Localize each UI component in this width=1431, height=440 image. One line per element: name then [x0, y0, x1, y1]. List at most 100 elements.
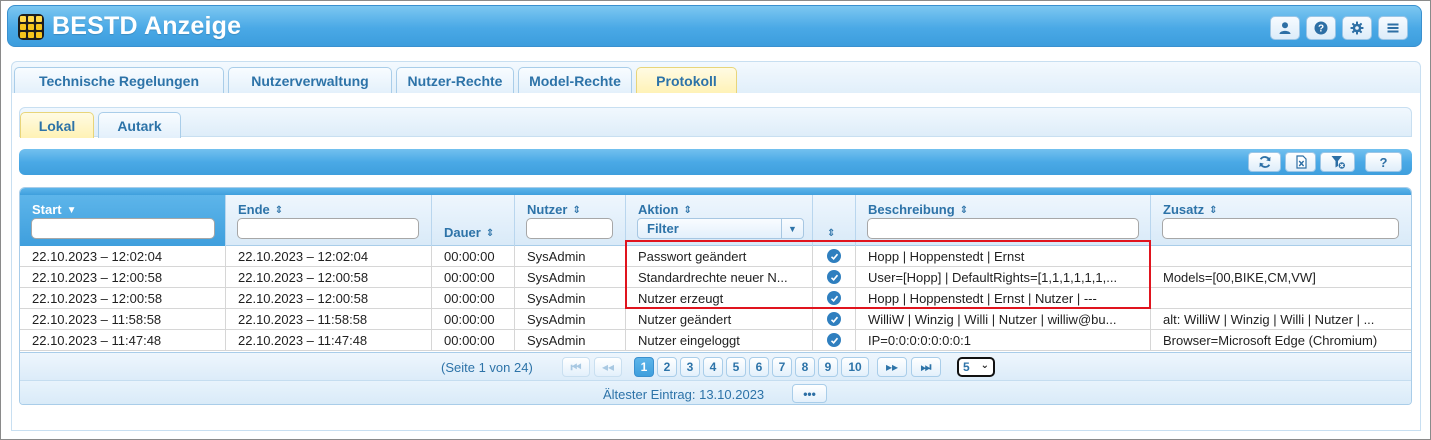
column-header-status[interactable]: ⇕	[813, 195, 856, 246]
app-logo-icon	[18, 14, 44, 40]
page-button-10[interactable]: 10	[841, 357, 869, 377]
table-row[interactable]: 22.10.2023 – 11:58:58 22.10.2023 – 11:58…	[20, 309, 1411, 330]
app-title: BESTD Anzeige	[52, 12, 242, 40]
cell-zusatz: Browser=Microsoft Edge (Chromium)	[1163, 333, 1378, 348]
ende-filter-input[interactable]	[237, 218, 419, 239]
cell-zusatz: Models=[00,BIKE,CM,VW]	[1163, 270, 1316, 285]
cell-status	[813, 288, 856, 309]
prev-page-icon: ◂◂	[601, 360, 615, 374]
cell-nutzer: SysAdmin	[515, 330, 626, 351]
nutzer-filter-input[interactable]	[526, 218, 613, 239]
svg-text:?: ?	[1318, 24, 1324, 35]
column-header-aktion[interactable]: Aktion ⇕ Filter ▼	[626, 195, 813, 246]
refresh-icon	[1259, 156, 1270, 168]
grid-toolbar: ?	[19, 149, 1412, 175]
excel-export-button[interactable]	[1285, 152, 1316, 172]
cell-beschreibung: Hopp | Hoppenstedt | Ernst | Nutzer | --…	[856, 288, 1151, 309]
pager-info: (Seite 1 von 24)	[441, 360, 533, 375]
sort-icon: ⇕	[683, 205, 692, 216]
table-row[interactable]: 22.10.2023 – 12:02:04 22.10.2023 – 12:02…	[20, 246, 1411, 267]
cell-status	[813, 330, 856, 351]
cell-aktion: Passwort geändert	[626, 246, 813, 267]
menu-button[interactable]	[1378, 16, 1408, 40]
page-button-3[interactable]: 3	[680, 357, 700, 377]
gear-icon	[1350, 21, 1364, 35]
cell-dauer: 00:00:00	[432, 288, 515, 309]
page-button-4[interactable]: 4	[703, 357, 723, 377]
page-button-5[interactable]: 5	[726, 357, 746, 377]
page-button-1[interactable]: 1	[634, 357, 654, 377]
help-button[interactable]: ?	[1306, 16, 1336, 40]
cell-aktion: Nutzer eingeloggt	[626, 330, 813, 351]
cell-zusatz	[1151, 288, 1411, 309]
cell-ende: 22.10.2023 – 11:47:48	[226, 330, 432, 351]
column-label-ende: Ende	[238, 202, 270, 217]
tab-nutzerverwaltung[interactable]: Nutzerverwaltung	[228, 67, 392, 94]
check-circle-icon	[827, 312, 841, 326]
tab-protokoll[interactable]: Protokoll	[636, 67, 737, 94]
aktion-filter-select[interactable]: Filter ▼	[637, 218, 804, 239]
cell-ende: 22.10.2023 – 12:00:58	[226, 267, 432, 288]
page-button-8[interactable]: 8	[795, 357, 815, 377]
check-circle-icon	[827, 333, 841, 347]
table-row[interactable]: 22.10.2023 – 11:47:48 22.10.2023 – 11:47…	[20, 330, 1411, 351]
help-grid-button[interactable]: ?	[1365, 152, 1402, 172]
page-button-9[interactable]: 9	[818, 357, 838, 377]
beschreibung-filter-input[interactable]	[867, 218, 1139, 239]
sub-tabbar: Lokal Autark	[19, 107, 1412, 138]
zusatz-filter-input[interactable]	[1162, 218, 1399, 239]
sort-icon: ⇕	[485, 228, 495, 239]
refresh-button[interactable]	[1248, 152, 1281, 172]
sort-icon: ⇕	[959, 205, 969, 216]
user-button[interactable]	[1270, 16, 1300, 40]
column-label-start: Start	[32, 202, 62, 217]
table-row[interactable]: 22.10.2023 – 12:00:58 22.10.2023 – 12:00…	[20, 267, 1411, 288]
more-button[interactable]: •••	[792, 384, 827, 403]
cell-zusatz	[1151, 246, 1411, 267]
table-row[interactable]: 22.10.2023 – 12:00:58 22.10.2023 – 12:00…	[20, 288, 1411, 309]
page-button-2[interactable]: 2	[657, 357, 677, 377]
cell-dauer: 00:00:00	[432, 267, 515, 288]
aktion-filter-label: Filter	[647, 221, 679, 236]
prev-page-button[interactable]: ◂◂	[594, 357, 622, 377]
column-header-ende[interactable]: Ende ⇕	[226, 195, 432, 246]
tab-technische-regelungen[interactable]: Technische Regelungen	[14, 67, 224, 94]
clear-filter-icon	[1331, 156, 1345, 169]
column-label-dauer: Dauer	[444, 225, 481, 240]
subtab-autark[interactable]: Autark	[98, 112, 181, 138]
column-header-start[interactable]: Start ▼	[20, 195, 226, 246]
page-button-6[interactable]: 6	[749, 357, 769, 377]
column-label-zusatz: Zusatz	[1163, 202, 1205, 217]
column-label-beschreibung: Beschreibung	[868, 202, 955, 217]
column-header-dauer[interactable]: Dauer ⇕	[432, 195, 515, 246]
tab-model-rechte[interactable]: Model-Rechte	[518, 67, 632, 94]
page-button-7[interactable]: 7	[772, 357, 792, 377]
start-filter-input[interactable]	[31, 218, 215, 239]
tab-nutzer-rechte[interactable]: Nutzer-Rechte	[396, 67, 514, 94]
cell-start: 22.10.2023 – 12:00:58	[20, 267, 226, 288]
grid-footer: Ältester Eintrag: 13.10.2023 •••	[20, 380, 1411, 404]
column-header-zusatz[interactable]: Zusatz ⇕	[1151, 195, 1411, 246]
subtab-lokal[interactable]: Lokal	[20, 112, 94, 138]
check-circle-icon	[827, 291, 841, 305]
page-size-select[interactable]: 5 ⌄	[957, 357, 995, 377]
page-size-value: 5	[963, 360, 970, 374]
cell-status	[813, 246, 856, 267]
cell-aktion: Nutzer geändert	[626, 309, 813, 330]
clear-filter-button[interactable]	[1320, 152, 1355, 172]
sort-desc-icon: ▼	[66, 205, 77, 216]
sort-icon: ⇕	[1209, 205, 1218, 216]
cell-status	[813, 309, 856, 330]
settings-button[interactable]	[1342, 16, 1372, 40]
chevron-down-icon: ▼	[781, 219, 803, 238]
column-header-nutzer[interactable]: Nutzer ⇕	[515, 195, 626, 246]
first-page-button[interactable]: ⏮	[562, 357, 590, 377]
protocol-grid: Start ▼ Ende ⇕ Dauer ⇕ Nutzer ⇕ Aktion ⇕ Filt…	[19, 187, 1412, 405]
last-page-button[interactable]: ⏭	[911, 357, 941, 377]
sort-icon: ⇕	[274, 205, 284, 216]
column-header-beschreibung[interactable]: Beschreibung ⇕	[856, 195, 1151, 246]
cell-beschreibung: IP=0:0:0:0:0:0:0:1	[856, 330, 1151, 351]
app-header: BESTD Anzeige ?	[7, 5, 1422, 47]
next-page-button[interactable]: ▸▸	[877, 357, 907, 377]
user-icon	[1279, 22, 1291, 34]
